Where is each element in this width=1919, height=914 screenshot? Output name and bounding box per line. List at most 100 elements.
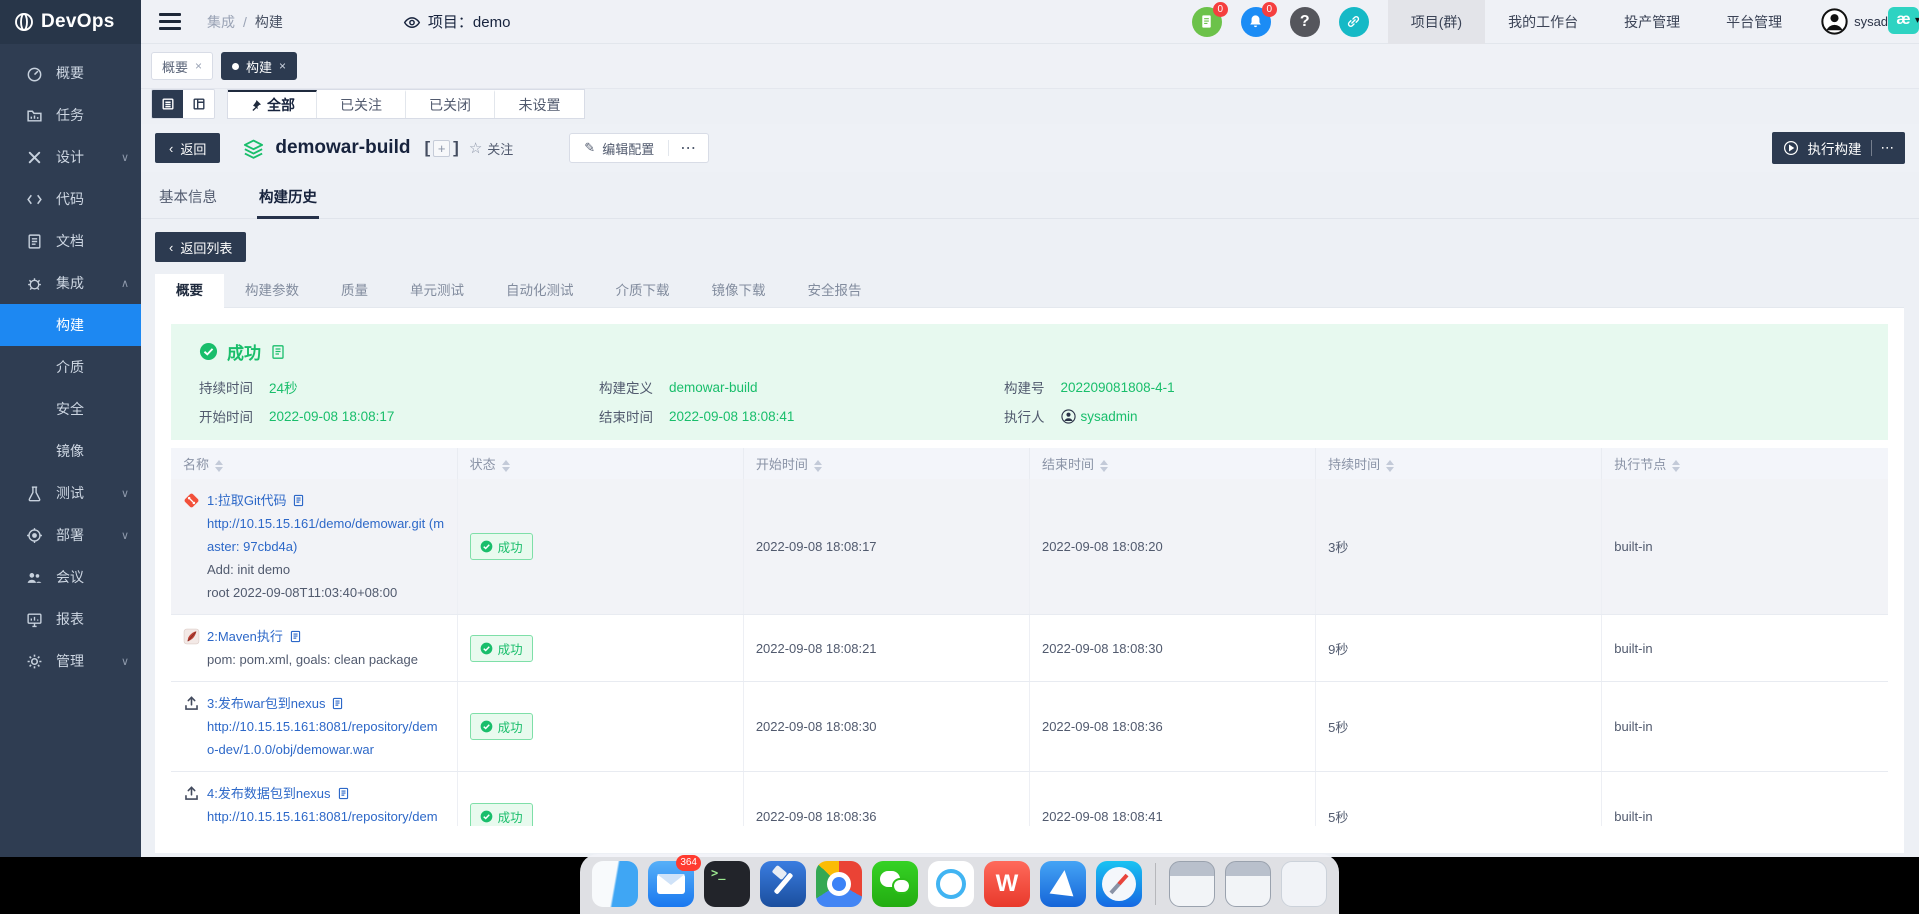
field-build-number: 构建号 202209081808-4-1	[1004, 377, 1868, 397]
minimized-window-icon[interactable]	[1169, 861, 1215, 907]
log-document-icon[interactable]	[270, 344, 286, 360]
tab-quality[interactable]: 质量	[320, 274, 389, 307]
app-chrome-icon[interactable]	[816, 861, 862, 907]
column-header-start[interactable]: 开始时间	[743, 448, 1029, 479]
tab-chip-overview[interactable]: 概要 ×	[151, 52, 213, 80]
step-repo-link[interactable]: http://10.15.15.161/demo/demowar.git (ma…	[207, 512, 445, 558]
sidebar-item-label: 测试	[56, 483, 84, 503]
step-name-link[interactable]: 1:拉取Git代码	[207, 489, 305, 512]
sidebar-item-code[interactable]: 代码	[0, 178, 141, 220]
tab-build-params[interactable]: 构建参数	[224, 274, 320, 307]
notifications-button[interactable]: 0	[1241, 7, 1271, 37]
more-actions-button[interactable]: ⋯	[669, 138, 708, 158]
back-button[interactable]: ‹ 返回	[155, 133, 220, 163]
sidebar-item-security[interactable]: 安全	[0, 388, 141, 430]
log-document-icon[interactable]	[331, 697, 344, 710]
minimized-window-icon[interactable]	[1225, 861, 1271, 907]
column-header-name[interactable]: 名称	[171, 448, 457, 479]
app-terminal-icon[interactable]	[704, 861, 750, 907]
step-name-link[interactable]: 3:发布war包到nexus	[207, 692, 344, 715]
nav-workbench[interactable]: 我的工作台	[1485, 0, 1601, 44]
add-tag-button[interactable]: +	[433, 140, 450, 157]
app-xcode-icon[interactable]	[760, 861, 806, 907]
tab-image-download[interactable]: 镜像下载	[691, 274, 787, 307]
sort-icon[interactable]	[502, 460, 510, 472]
tab-artifact-download[interactable]: 介质下载	[595, 274, 691, 307]
log-document-icon[interactable]	[289, 630, 302, 643]
tab-security-report[interactable]: 安全报告	[787, 274, 883, 307]
sidebar-item-build[interactable]: 构建	[0, 304, 141, 346]
app-thunder-icon[interactable]	[1040, 861, 1086, 907]
sort-icon[interactable]	[1672, 460, 1680, 472]
sidebar-item-docs[interactable]: 文档	[0, 220, 141, 262]
log-document-icon[interactable]	[337, 787, 350, 800]
field-value[interactable]: demowar-build	[669, 380, 758, 395]
sidebar-item-overview[interactable]: 概要	[0, 52, 141, 94]
step-name-link[interactable]: 2:Maven执行	[207, 625, 302, 648]
user-menu[interactable]: sysadmin æ ▾	[1805, 0, 1919, 44]
filter-tab-unset[interactable]: 未设置	[495, 90, 584, 118]
artifact-link[interactable]: http://10.15.15.161:8081/repository/demo…	[207, 715, 445, 761]
app-wechat-icon[interactable]	[872, 861, 918, 907]
back-to-list-button[interactable]: ‹ 返回列表	[155, 232, 246, 262]
help-button[interactable]: ?	[1290, 7, 1320, 37]
app-safari-icon[interactable]	[1096, 861, 1142, 907]
nav-projects[interactable]: 项目(群)	[1388, 0, 1485, 44]
project-selector[interactable]: 项目：demo	[403, 11, 511, 32]
run-build-button[interactable]: 执行构建 ⋯	[1772, 132, 1906, 164]
sort-icon[interactable]	[1386, 460, 1394, 472]
list-view-button[interactable]	[152, 90, 183, 118]
step-name-link[interactable]: 4:发布数据包到nexus	[207, 782, 350, 805]
macos-dock: 364 W	[0, 854, 1919, 914]
sidebar-item-design[interactable]: 设计 ∨	[0, 136, 141, 178]
close-icon[interactable]: ×	[279, 59, 286, 73]
trash-icon[interactable]	[1281, 861, 1327, 907]
app-mail-icon[interactable]: 364	[648, 861, 694, 907]
column-header-end[interactable]: 结束时间	[1029, 448, 1315, 479]
edit-config-button[interactable]: ✎ 编辑配置	[570, 139, 668, 158]
follow-button[interactable]: ☆ 关注	[469, 139, 513, 158]
sidebar-item-integration[interactable]: 集成 ∧	[0, 262, 141, 304]
sidebar-item-reports[interactable]: 报表	[0, 598, 141, 640]
close-icon[interactable]: ×	[195, 59, 202, 73]
sidebar-item-tasks[interactable]: 任务	[0, 94, 141, 136]
sidebar-item-images[interactable]: 镜像	[0, 430, 141, 472]
log-document-icon[interactable]	[292, 494, 305, 507]
tab-chip-build[interactable]: 构建 ×	[221, 52, 297, 80]
filter-tab-followed[interactable]: 已关注	[317, 90, 406, 118]
app-finder-icon[interactable]	[592, 861, 638, 907]
tab-build-history[interactable]: 构建历史	[257, 176, 319, 218]
filter-tab-closed[interactable]: 已关闭	[406, 90, 495, 118]
sidebar-item-artifacts[interactable]: 介质	[0, 346, 141, 388]
links-button[interactable]	[1339, 7, 1369, 37]
app-logo-text: DevOps	[41, 11, 115, 33]
nav-production[interactable]: 投产管理	[1601, 0, 1703, 44]
sidebar-item-deploy[interactable]: 部署 ∨	[0, 514, 141, 556]
breadcrumb-parent[interactable]: 集成	[207, 12, 235, 32]
sidebar-item-meeting[interactable]: 会议	[0, 556, 141, 598]
sort-icon[interactable]	[1100, 460, 1108, 472]
sort-icon[interactable]	[215, 460, 223, 472]
tab-unit-test[interactable]: 单元测试	[389, 274, 485, 307]
app-browser-icon[interactable]	[928, 861, 974, 907]
tab-summary[interactable]: 概要	[155, 274, 224, 307]
sort-icon[interactable]	[814, 460, 822, 472]
tab-automation-test[interactable]: 自动化测试	[485, 274, 595, 307]
nav-platform[interactable]: 平台管理	[1703, 0, 1805, 44]
sidebar-item-test[interactable]: 测试 ∨	[0, 472, 141, 514]
chevron-down-icon: ∨	[121, 487, 129, 500]
app-wps-icon[interactable]: W	[984, 861, 1030, 907]
filter-tab-all[interactable]: 全部	[228, 90, 317, 118]
target-icon	[26, 527, 43, 544]
executor-link[interactable]: sysadmin	[1081, 409, 1138, 424]
tab-basic-info[interactable]: 基本信息	[157, 176, 219, 218]
sidebar-item-admin[interactable]: 管理 ∨	[0, 640, 141, 682]
menu-toggle-icon[interactable]	[159, 13, 181, 30]
artifact-link[interactable]: http://10.15.15.161:8081/repository/demo…	[207, 805, 445, 826]
report-notify-button[interactable]: 0	[1192, 7, 1222, 37]
more-run-options-button[interactable]: ⋯	[1881, 140, 1895, 156]
column-header-duration[interactable]: 持续时间	[1316, 448, 1602, 479]
column-header-node[interactable]: 执行节点	[1602, 448, 1888, 479]
board-view-button[interactable]	[183, 90, 214, 118]
column-header-status[interactable]: 状态	[457, 448, 743, 479]
